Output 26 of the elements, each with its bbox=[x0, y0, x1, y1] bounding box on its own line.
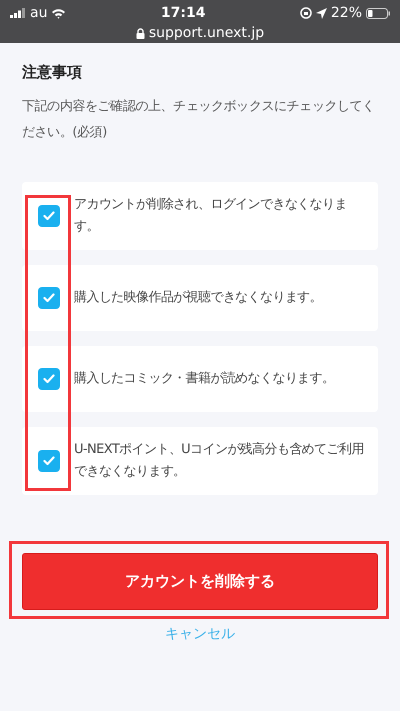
battery-icon bbox=[366, 8, 390, 18]
checkbox-label: 購入したコミック・書籍が読めなくなります。 bbox=[74, 370, 334, 388]
location-arrow-icon bbox=[316, 8, 327, 18]
checkmark-icon bbox=[43, 456, 55, 466]
url-text: support.unext.jp bbox=[148, 24, 264, 43]
section-heading: 注意事項 bbox=[22, 62, 83, 83]
checkbox-label: U-NEXTポイント、Uコインが残高分も含めてご利用できなくなります。 bbox=[74, 440, 364, 480]
clock-time: 17:14 bbox=[160, 4, 206, 22]
checkmark-icon bbox=[43, 292, 55, 302]
cancel-link[interactable]: キャンセル bbox=[22, 624, 378, 644]
checkbox[interactable] bbox=[38, 204, 60, 226]
checkbox-label: 購入した映像作品が視聴できなくなります。 bbox=[74, 288, 322, 306]
checkmark-icon bbox=[43, 210, 55, 220]
lock-icon bbox=[136, 28, 145, 39]
battery-percent: 22% bbox=[330, 4, 362, 22]
checkbox[interactable] bbox=[38, 286, 60, 308]
checkbox-label: アカウントが削除され、ログインできなくなります。 bbox=[74, 196, 348, 236]
instruction-text: 下記の内容をご確認の上、チェックボックスにチェックしてください。(必須) bbox=[22, 98, 376, 142]
wifi-icon bbox=[51, 8, 66, 18]
checkbox[interactable] bbox=[38, 368, 60, 390]
checkmark-icon bbox=[43, 374, 55, 384]
checkbox[interactable] bbox=[38, 450, 60, 472]
carrier-name: au bbox=[30, 4, 48, 22]
signal-icon bbox=[10, 8, 26, 18]
delete-account-button[interactable]: アカウントを削除する bbox=[22, 552, 378, 610]
rotation-lock-icon bbox=[300, 7, 312, 19]
